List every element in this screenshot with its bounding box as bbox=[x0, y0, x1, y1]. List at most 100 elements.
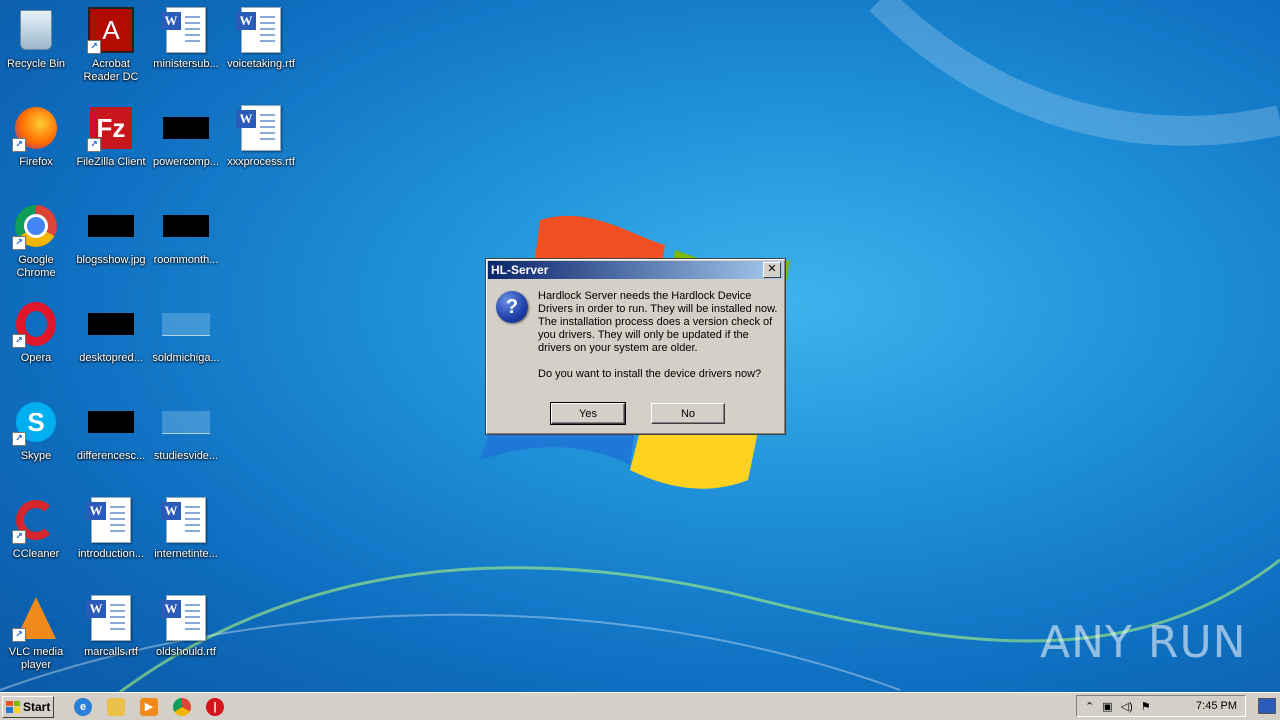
desktop-icon-label: internetinte... bbox=[154, 548, 218, 560]
firefox-icon: ↗ bbox=[12, 104, 60, 152]
shortcut-arrow-icon: ↗ bbox=[12, 334, 26, 348]
redacted-file-icon bbox=[87, 300, 135, 348]
desktop-icon-label: differencesc... bbox=[76, 450, 146, 462]
desktop-icon-label: powercomp... bbox=[152, 156, 220, 168]
desktop-icon[interactable]: desktopred... bbox=[73, 300, 149, 365]
desktop-icon-label: xxxprocess.rtf bbox=[227, 156, 295, 168]
question-icon: ? bbox=[496, 291, 528, 323]
acrobat-reader-icon: A ↗ bbox=[87, 6, 135, 54]
shortcut-arrow-icon: ↗ bbox=[12, 432, 26, 446]
volume-icon[interactable]: ◁) bbox=[1121, 700, 1133, 713]
desktop-icon[interactable]: studiesvide... bbox=[148, 398, 224, 463]
desktop-icon-label: Opera bbox=[20, 352, 52, 364]
desktop-icon-label: desktopred... bbox=[79, 352, 143, 364]
internet-explorer-icon[interactable]: e bbox=[74, 697, 92, 716]
redacted-file-icon bbox=[87, 202, 135, 250]
redacted-file-icon bbox=[162, 104, 210, 152]
word-document-icon: W bbox=[236, 6, 285, 54]
desktop-icon[interactable]: Wministersub... bbox=[148, 6, 224, 71]
desktop-icon[interactable]: ↗ Opera bbox=[0, 300, 74, 365]
chrome-icon: ↗ bbox=[12, 202, 60, 250]
desktop-icon[interactable]: ↗ Firefox bbox=[0, 104, 74, 169]
desktop-icon-label: marcalls.rtf bbox=[84, 646, 138, 658]
flag-icon[interactable]: ⚑ bbox=[1141, 700, 1151, 713]
dialog-message: Hardlock Server needs the Hardlock Devic… bbox=[538, 290, 778, 380]
dialog-title: HL-Server bbox=[491, 263, 549, 277]
desktop-icon[interactable]: Winternetinte... bbox=[148, 496, 224, 561]
anyrun-watermark: ANY RUN bbox=[1040, 612, 1247, 672]
desktop-icon-label: Google Chrome bbox=[16, 254, 56, 279]
watermark-text: ANY RUN bbox=[1040, 616, 1247, 668]
blank-file-icon bbox=[162, 300, 210, 348]
ccleaner-icon: ↗ bbox=[12, 496, 60, 544]
desktop-icon[interactable]: Fz ↗ FileZilla Client bbox=[73, 104, 149, 169]
desktop-icon[interactable]: Wmarcalls.rtf bbox=[73, 594, 149, 659]
filezilla-icon: Fz ↗ bbox=[87, 104, 135, 152]
desktop-icon[interactable]: soldmichiga... bbox=[148, 300, 224, 365]
desktop-icon[interactable]: Wxxxprocess.rtf bbox=[223, 104, 299, 169]
show-desktop-button[interactable] bbox=[1258, 698, 1276, 714]
network-icon[interactable]: ▣ bbox=[1102, 700, 1112, 713]
desktop-icon-label: blogsshow.jpg bbox=[76, 254, 146, 266]
desktop-icon[interactable]: Recycle Bin bbox=[0, 6, 74, 71]
system-tray: ⌃ ▣ ◁) ⚑ 7:45 PM bbox=[1076, 695, 1246, 717]
no-button[interactable]: No bbox=[651, 403, 725, 424]
desktop-icon-label: ministersub... bbox=[153, 58, 219, 70]
dialog-titlebar[interactable]: HL-Server ✕ bbox=[488, 261, 783, 279]
close-button[interactable]: ✕ bbox=[763, 262, 781, 278]
desktop-icon[interactable]: differencesc... bbox=[73, 398, 149, 463]
taskbar: Start e ▶ | ⌃ ▣ ◁) ⚑ 7:45 PM bbox=[0, 692, 1280, 720]
start-button[interactable]: Start bbox=[2, 695, 54, 718]
desktop-icon[interactable]: Woldshould.rtf bbox=[148, 594, 224, 659]
desktop-icon-label: introduction... bbox=[77, 548, 145, 560]
shortcut-arrow-icon: ↗ bbox=[12, 628, 26, 642]
desktop-icon[interactable]: powercomp... bbox=[148, 104, 224, 169]
redacted-file-icon bbox=[87, 398, 135, 446]
recycle-bin-icon bbox=[12, 6, 60, 54]
desktop-icon-label: studiesvide... bbox=[153, 450, 219, 462]
start-label: Start bbox=[23, 699, 51, 714]
desktop-icon[interactable]: blogsshow.jpg bbox=[73, 202, 149, 267]
opera-icon: ↗ bbox=[12, 300, 60, 348]
desktop-icon-label: Firefox bbox=[19, 156, 53, 168]
chrome-icon[interactable] bbox=[173, 697, 191, 716]
clock[interactable]: 7:45 PM bbox=[1196, 700, 1237, 712]
redacted-file-icon bbox=[162, 202, 210, 250]
desktop-icon-label: soldmichiga... bbox=[152, 352, 220, 364]
word-document-icon: W bbox=[161, 6, 210, 54]
blank-file-icon bbox=[162, 398, 210, 446]
desktop-icon-label: oldshould.rtf bbox=[156, 646, 216, 658]
desktop-icon-label: Recycle Bin bbox=[6, 58, 66, 70]
desktop-icon[interactable]: S ↗ Skype bbox=[0, 398, 74, 463]
desktop-icon[interactable]: A ↗ Acrobat Reader DC bbox=[73, 6, 149, 84]
word-document-icon: W bbox=[161, 594, 210, 642]
hl-server-dialog: HL-Server ✕ ? Hardlock Server needs the … bbox=[485, 258, 786, 435]
desktop-icon-label: roommonth... bbox=[153, 254, 219, 266]
word-document-icon: W bbox=[236, 104, 285, 152]
word-document-icon: W bbox=[161, 496, 210, 544]
chevron-up-icon[interactable]: ⌃ bbox=[1085, 700, 1094, 713]
desktop-icon[interactable]: ↗ CCleaner bbox=[0, 496, 74, 561]
desktop-icon[interactable]: Wvoicetaking.rtf bbox=[223, 6, 299, 71]
word-document-icon: W bbox=[86, 496, 135, 544]
desktop-icon-label: VLC media player bbox=[8, 646, 64, 671]
shortcut-arrow-icon: ↗ bbox=[87, 138, 101, 152]
shortcut-arrow-icon: ↗ bbox=[12, 236, 26, 250]
desktop-icon-label: FileZilla Client bbox=[76, 156, 146, 168]
desktop-icon-label: Skype bbox=[20, 450, 52, 462]
desktop-icon[interactable]: Wintroduction... bbox=[73, 496, 149, 561]
vlc-icon: ↗ bbox=[12, 594, 60, 642]
folder-icon[interactable] bbox=[107, 697, 125, 716]
desktop-icon[interactable]: roommonth... bbox=[148, 202, 224, 267]
desktop-icon-label: CCleaner bbox=[12, 548, 60, 560]
yes-button[interactable]: Yes bbox=[550, 402, 626, 425]
word-document-icon: W bbox=[86, 594, 135, 642]
stop-icon[interactable]: | bbox=[206, 697, 224, 716]
desktop-icon[interactable]: ↗ Google Chrome bbox=[0, 202, 74, 280]
shortcut-arrow-icon: ↗ bbox=[87, 40, 101, 54]
media-player-icon[interactable]: ▶ bbox=[140, 697, 158, 716]
shortcut-arrow-icon: ↗ bbox=[12, 138, 26, 152]
desktop-icon-label: voicetaking.rtf bbox=[227, 58, 295, 70]
desktop-icon[interactable]: ↗ VLC media player bbox=[0, 594, 74, 672]
windows-flag-icon bbox=[6, 700, 20, 713]
